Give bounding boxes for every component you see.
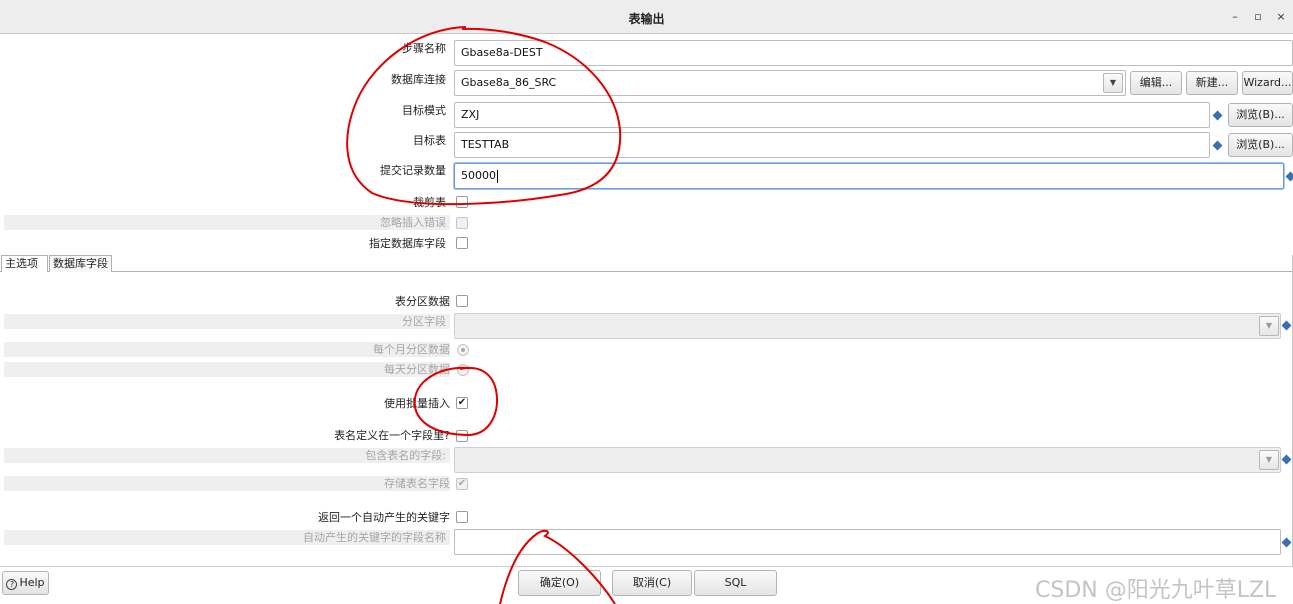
store-tablename-label: 存储表名字段 (384, 477, 450, 490)
tab-db-fields[interactable]: 数据库字段 (49, 255, 112, 272)
close-button[interactable]: × (1273, 9, 1289, 25)
help-icon: ? (6, 579, 18, 590)
store-tablename-checkbox[interactable]: ✔ (456, 478, 468, 490)
partition-data-label: 表分区数据 (395, 295, 450, 308)
new-connection-button[interactable]: 新建... (1186, 71, 1238, 95)
browse-schema-button[interactable]: 浏览(B)... (1228, 103, 1293, 127)
return-auto-key-label: 返回一个自动产生的关键字 (318, 511, 450, 524)
tablename-in-field-label: 表名定义在一个字段里? (334, 429, 450, 442)
partition-field-label: 分区字段 (402, 315, 446, 328)
sql-button[interactable]: SQL (694, 570, 777, 596)
daily-partition-label: 每天分区数据 (384, 363, 450, 376)
cancel-button[interactable]: 取消(C) (612, 570, 692, 596)
return-auto-key-checkbox[interactable] (456, 511, 468, 523)
ok-button[interactable]: 确定(O) (518, 570, 601, 596)
ignore-errors-label: 忽略插入错误 (380, 216, 446, 229)
step-name-label: 步骤名称 (402, 42, 446, 55)
monthly-partition-label: 每个月分区数据 (373, 343, 450, 356)
text-caret (497, 169, 498, 183)
watermark: CSDN @阳光九叶草LZL (1035, 578, 1277, 603)
window-title: 表输出 (628, 12, 665, 26)
tab-bar: 主选项 数据库字段 (0, 255, 1293, 272)
commit-size-value: 50000 (461, 169, 496, 182)
daily-partition-radio[interactable] (457, 364, 469, 376)
check-icon: ✔ (457, 397, 467, 408)
truncate-table-checkbox[interactable] (456, 196, 468, 208)
commit-size-input[interactable]: 50000 (454, 163, 1284, 189)
specify-fields-checkbox[interactable] (456, 237, 468, 249)
auto-key-field-input[interactable] (454, 529, 1281, 555)
browse-table-button[interactable]: 浏览(B)... (1228, 133, 1293, 157)
target-table-input[interactable]: TESTTAB (454, 132, 1210, 158)
check-icon: ✔ (457, 478, 467, 489)
step-name-input[interactable]: Gbase8a-DEST (454, 40, 1293, 66)
disabled-row-strip (4, 314, 450, 329)
monthly-partition-radio[interactable] (457, 344, 469, 356)
db-connection-dropdown[interactable]: ▼ (1103, 73, 1123, 93)
auto-key-field-label: 自动产生的关键字的字段名称 (303, 531, 446, 544)
chevron-down-icon: ▼ (1265, 321, 1273, 330)
partition-data-checkbox[interactable] (456, 295, 468, 307)
tablename-field-label: 包含表名的字段: (365, 449, 446, 462)
help-button[interactable]: ? Help (2, 571, 49, 595)
ignore-errors-checkbox[interactable] (456, 217, 468, 229)
specify-fields-label: 指定数据库字段 (369, 237, 446, 250)
chevron-down-icon: ▼ (1265, 455, 1273, 464)
help-label: Help (19, 576, 45, 589)
variable-diamond-icon (1212, 110, 1223, 121)
wizard-button[interactable]: Wizard... (1242, 71, 1293, 95)
target-schema-input[interactable]: ZXJ (454, 102, 1210, 128)
partition-field-select[interactable] (454, 313, 1281, 339)
variable-diamond-icon (1281, 320, 1292, 331)
partition-field-dropdown[interactable]: ▼ (1259, 316, 1279, 336)
tablename-in-field-checkbox[interactable] (456, 430, 468, 442)
edit-connection-button[interactable]: 编辑... (1130, 71, 1182, 95)
maximize-button[interactable]: ▫ (1250, 9, 1266, 25)
batch-insert-checkbox[interactable]: ✔ (456, 397, 468, 409)
db-connection-select[interactable]: Gbase8a_86_SRC (454, 70, 1126, 96)
minimize-button[interactable]: – (1227, 9, 1243, 25)
tab-main-options[interactable]: 主选项 (1, 255, 48, 272)
target-table-label: 目标表 (413, 134, 446, 147)
radio-selected-dot (461, 348, 465, 352)
tablename-field-dropdown[interactable]: ▼ (1259, 450, 1279, 470)
batch-insert-label: 使用批量插入 (384, 397, 450, 410)
variable-diamond-icon (1285, 171, 1293, 182)
tablename-field-select[interactable] (454, 447, 1281, 473)
truncate-table-label: 裁剪表 (413, 196, 446, 209)
chevron-down-icon: ▼ (1109, 78, 1117, 87)
title-bar: 表输出 – ▫ × (0, 0, 1293, 34)
db-connection-label: 数据库连接 (391, 73, 446, 86)
target-schema-label: 目标模式 (402, 104, 446, 117)
variable-diamond-icon (1281, 454, 1292, 465)
variable-diamond-icon (1281, 537, 1292, 548)
variable-diamond-icon (1212, 140, 1223, 151)
commit-size-label: 提交记录数量 (380, 164, 446, 177)
